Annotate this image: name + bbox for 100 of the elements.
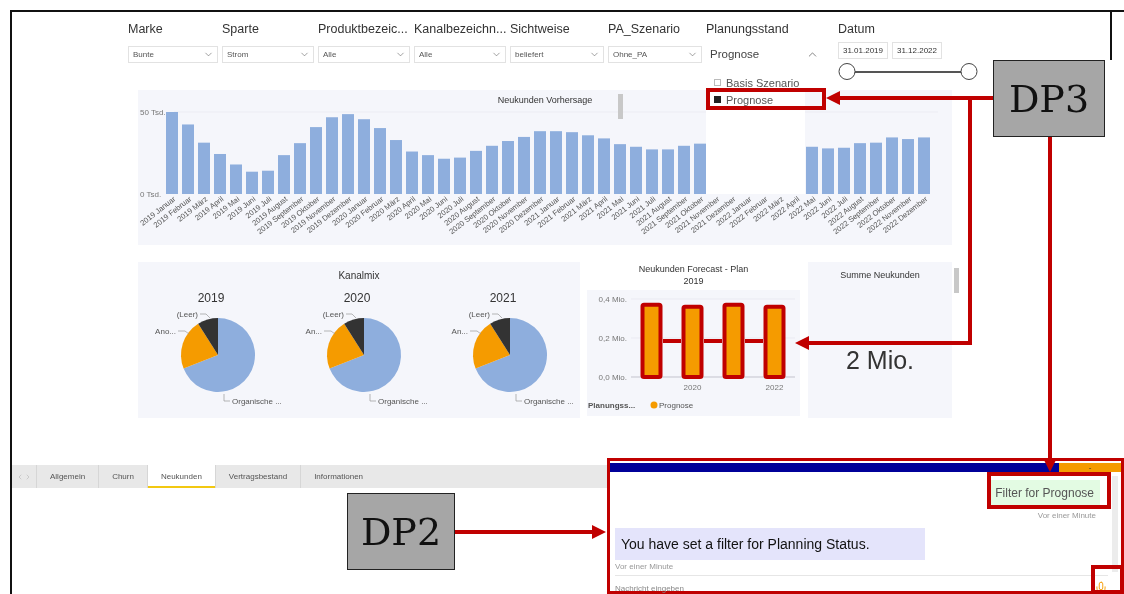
- chevron-left-icon[interactable]: [16, 472, 24, 481]
- bar: [214, 153, 226, 194]
- page-tab[interactable]: Allgemein: [36, 465, 99, 488]
- page-tab[interactable]: Neukunden: [146, 465, 215, 488]
- annotation-label: DP2: [347, 493, 455, 570]
- leader-line: [345, 313, 357, 319]
- message-time: Vor einer Minute: [1037, 511, 1096, 520]
- filter-label: Datum: [838, 22, 875, 36]
- pie-label: Organische ...: [232, 397, 282, 406]
- minimize-button[interactable]: -: [1059, 463, 1121, 472]
- filter-dropdown[interactable]: Alle: [318, 46, 410, 63]
- filter-label: Marke: [128, 22, 163, 36]
- bar: [822, 148, 834, 194]
- bar: [534, 130, 546, 194]
- leader-line: [369, 393, 377, 402]
- slider-thumb[interactable]: [960, 63, 977, 80]
- bar: [566, 131, 578, 194]
- leader-line: [323, 330, 336, 335]
- bar: [182, 124, 194, 194]
- filter-dropdown[interactable]: beliefert: [510, 46, 604, 63]
- bar: [374, 127, 386, 194]
- leader-line: [177, 330, 190, 335]
- bar: [470, 150, 482, 194]
- bar: [406, 151, 418, 194]
- slider-thumb[interactable]: [838, 63, 855, 80]
- bar: [678, 145, 690, 194]
- bar: [694, 143, 706, 194]
- filter-dropdown[interactable]: Strom: [222, 46, 314, 63]
- bar: [806, 146, 818, 194]
- leader-line: [491, 313, 503, 319]
- scroll-thumb[interactable]: [954, 268, 959, 293]
- pie-title: 2019: [197, 291, 225, 305]
- pie-label: (Leer): [468, 310, 490, 319]
- bar: [886, 137, 898, 194]
- bar: [454, 157, 466, 194]
- pie-label: (Leer): [176, 310, 198, 319]
- bar: [486, 145, 498, 194]
- pie-label: (Leer): [322, 310, 344, 319]
- bar: [198, 142, 210, 194]
- bar: [662, 149, 674, 194]
- bar: [390, 139, 402, 194]
- message-time: Vor einer Minute: [615, 562, 674, 571]
- bar: [854, 142, 866, 194]
- pie-title: 2020: [343, 291, 371, 305]
- axis-label: 2022: [765, 383, 784, 393]
- chevron-right-icon[interactable]: [24, 472, 32, 481]
- bar: [918, 137, 930, 194]
- page-tab[interactable]: Churn: [98, 465, 147, 488]
- filter-label: Sichtweise: [510, 22, 570, 36]
- leader-line: [515, 393, 523, 402]
- bar: [502, 140, 514, 194]
- date-field[interactable]: 31.12.2022: [892, 42, 942, 59]
- filter-dropdown[interactable]: Ohne_PA: [608, 46, 702, 63]
- chart-subtitle: 2019: [683, 275, 704, 288]
- scrollbar[interactable]: [1112, 476, 1118, 572]
- bar: [422, 154, 434, 194]
- pie-label: Organische ...: [524, 397, 574, 406]
- bar: [518, 136, 530, 194]
- card-value: 2 Mio.: [844, 345, 916, 375]
- page-tab[interactable]: Vertragsbestand: [214, 465, 301, 488]
- bar: [246, 171, 258, 194]
- page-tab[interactable]: Informationen: [300, 465, 377, 488]
- bar: [870, 142, 882, 194]
- bar: [630, 146, 642, 194]
- legend-label: Prognose: [659, 401, 694, 411]
- axis-label: 0,2 Mio.: [598, 334, 627, 344]
- filter-label: Kanalbezeichn...: [414, 22, 507, 36]
- chart-title: Kanalmix: [338, 269, 380, 282]
- checkbox[interactable]: [714, 79, 721, 86]
- scroll-thumb[interactable]: [618, 94, 623, 119]
- date-field[interactable]: 31.01.2019: [838, 42, 888, 59]
- bar: [278, 154, 290, 194]
- pie-label: An...: [451, 327, 468, 336]
- bar: [614, 143, 626, 194]
- card-title: Summe Neukunden: [840, 270, 920, 282]
- bar: [838, 147, 850, 194]
- checkbox[interactable]: [714, 96, 721, 103]
- filter-label: Planungsstand: [706, 22, 789, 36]
- bar: [438, 158, 450, 194]
- dropdown-option[interactable]: Prognose: [706, 91, 774, 108]
- bar: [550, 130, 562, 194]
- leader-line: [223, 393, 231, 402]
- bar: [902, 138, 914, 194]
- bar: [262, 170, 274, 194]
- bar: [294, 142, 306, 194]
- filter-dropdown[interactable]: Bunte: [128, 46, 218, 63]
- leader-line: [469, 330, 482, 335]
- legend-title: Planungss...: [588, 401, 636, 411]
- dropdown-option[interactable]: Basis Szenario: [706, 74, 800, 91]
- axis-label: 0 Tsd.: [140, 189, 162, 199]
- chart-title: Neukunden Vorhersage: [497, 95, 593, 107]
- chat-message: Filter for Prognose: [989, 480, 1100, 506]
- bar: [646, 149, 658, 194]
- pie-label: An...: [305, 327, 322, 336]
- message-input[interactable]: Nachricht eingeben: [615, 583, 1094, 593]
- axis-label: 0,0 Mio.: [598, 373, 627, 383]
- filter-dropdown[interactable]: Alle: [414, 46, 506, 63]
- pie-title: 2021: [489, 291, 517, 305]
- leader-line: [199, 313, 211, 319]
- filter-label: PA_Szenario: [608, 22, 681, 36]
